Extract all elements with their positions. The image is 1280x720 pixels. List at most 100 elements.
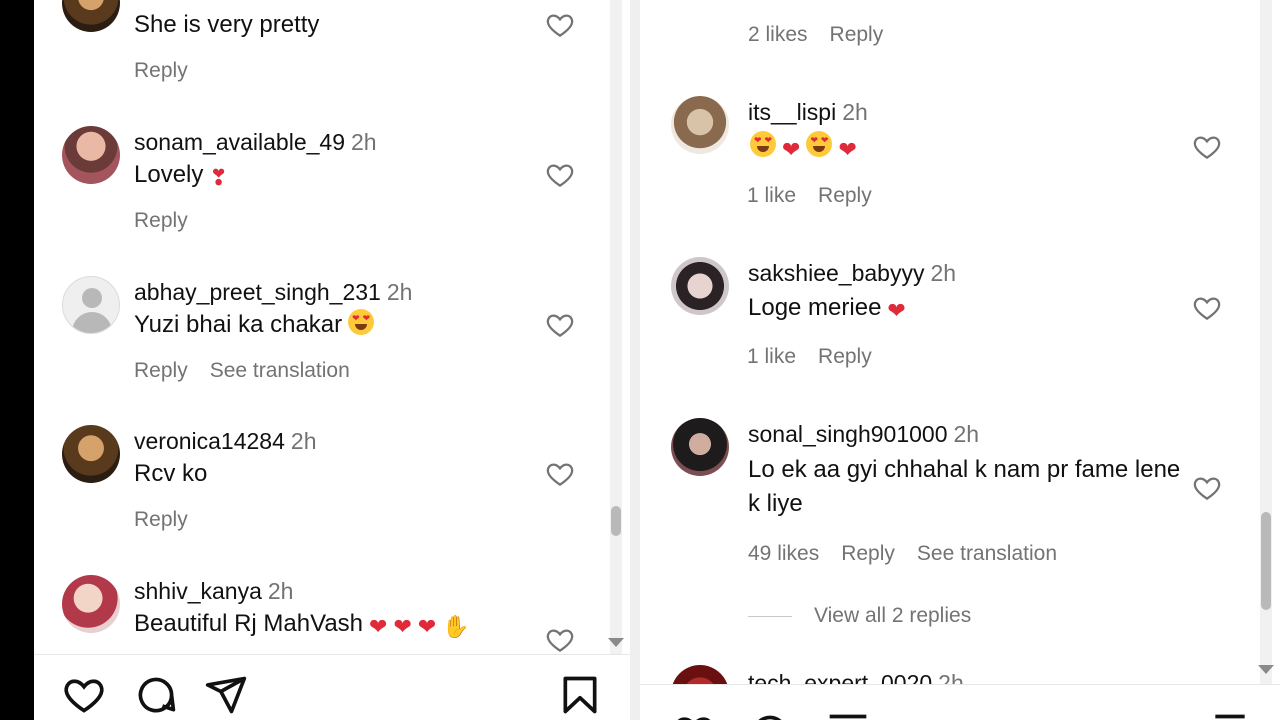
heart-icon [677, 717, 711, 720]
share-button[interactable] [204, 673, 248, 717]
red-heart-emoji: ❤ [393, 614, 412, 639]
comment-text: Loge meriee [748, 294, 882, 321]
like-post-button[interactable] [672, 711, 716, 720]
like-comment-button[interactable] [545, 10, 575, 40]
red-heart-emoji: ❤ [838, 137, 857, 162]
red-heart-emoji: ❤ [887, 298, 906, 323]
view-replies-label: View all 2 replies [814, 604, 972, 627]
reply-link[interactable]: Reply [134, 59, 188, 82]
like-comment-button[interactable] [545, 459, 575, 489]
username-link[interactable]: veronica14284 [134, 428, 285, 454]
comment-icon [138, 677, 176, 713]
save-button[interactable] [558, 673, 602, 717]
like-comment-button[interactable] [545, 160, 575, 190]
username-link[interactable]: sonal_singh901000 [748, 421, 948, 447]
avatar[interactable] [62, 126, 120, 184]
likes-count[interactable]: 1 like [747, 345, 796, 368]
username-link[interactable]: sakshiee_babyyy [748, 260, 924, 286]
bookmark-icon [1215, 714, 1245, 719]
username-link[interactable]: abhay_preet_singh_231 [134, 279, 381, 305]
comment-text-row: Lovely ❣ [134, 158, 228, 192]
comments-panel-right: 2 likesReply its__lispi2h ❤❤ 1 likeReply… [640, 0, 1280, 720]
avatar[interactable] [62, 0, 120, 32]
comment-button[interactable] [748, 711, 792, 720]
heart-eyes-emoji [750, 131, 776, 157]
reply-link[interactable]: Reply [134, 209, 188, 232]
avatar[interactable] [671, 257, 729, 315]
reply-link[interactable]: Reply [830, 23, 884, 46]
like-comment-button[interactable] [1192, 132, 1222, 162]
likes-count[interactable]: 2 likes [748, 23, 808, 46]
panel-divider [630, 0, 640, 720]
timestamp: 2h [930, 260, 957, 286]
see-translation-link[interactable]: See translation [917, 542, 1057, 565]
comment-text: Lo ek aa gyi chhahal k nam pr fame lene … [748, 456, 1181, 517]
reply-link[interactable]: Reply [134, 359, 188, 382]
bookmark-icon [563, 676, 597, 714]
heart-icon [64, 679, 104, 713]
avatar[interactable] [62, 575, 120, 633]
timestamp: 2h [386, 279, 413, 305]
timestamp: 2h [842, 99, 868, 125]
like-comment-button[interactable] [1192, 473, 1222, 503]
comment-actions: 1 like Reply [747, 183, 894, 209]
avatar[interactable] [62, 276, 120, 334]
scrollbar[interactable] [1258, 0, 1274, 684]
reply-link[interactable]: Reply [818, 345, 872, 368]
comment-text-row: Loge meriee ❤ [748, 291, 906, 325]
comment-header: its__lispi 2h [748, 98, 868, 126]
comment-text: She is very pretty [134, 11, 320, 38]
likes-count[interactable]: 1 like [747, 184, 796, 207]
heart-icon [546, 14, 574, 37]
comment-actions: Reply [134, 507, 210, 533]
comment-header: veronica14284 2h [134, 427, 317, 455]
heart-icon [546, 314, 574, 337]
see-translation-link[interactable]: See translation [210, 359, 350, 382]
comment-actions: Reply See translation [134, 358, 372, 384]
avatar[interactable] [62, 425, 120, 483]
share-button[interactable] [826, 711, 870, 720]
red-heart-emoji: ❤ [782, 137, 801, 162]
timestamp: 2h [953, 421, 980, 447]
reply-link[interactable]: Reply [818, 184, 872, 207]
like-comment-button[interactable] [545, 625, 575, 655]
heart-icon [546, 164, 574, 187]
scroll-down-arrow[interactable] [608, 638, 624, 647]
comment-actions: Reply [134, 208, 210, 234]
heart-icon [546, 629, 574, 652]
replies-divider-line [748, 615, 792, 617]
heart-eyes-emoji [806, 131, 833, 157]
reply-link[interactable]: Reply [841, 542, 895, 565]
send-icon [829, 714, 867, 719]
heart-icon [546, 463, 574, 486]
like-comment-button[interactable] [1192, 293, 1222, 323]
username-link[interactable]: its__lispi [748, 99, 836, 125]
username-link[interactable]: shhiv_kanya [134, 578, 262, 604]
window-edge [0, 0, 34, 720]
heart-eyes-emoji [348, 309, 375, 335]
avatar[interactable] [671, 418, 729, 476]
red-heart-emoji: ❤ [417, 614, 437, 639]
comments-panel-left: She is very pretty Reply sonam_available… [34, 0, 630, 720]
scroll-down-arrow[interactable] [1258, 665, 1274, 674]
heart-icon [1193, 136, 1221, 159]
comment-icon [758, 715, 782, 720]
like-comment-button[interactable] [545, 310, 575, 340]
scrollbar[interactable] [608, 0, 624, 654]
comment-button[interactable] [134, 673, 178, 717]
comment-header: sakshiee_babyyy 2h [748, 259, 956, 287]
comment-text: Yuzi bhai ka chakar [134, 311, 343, 338]
timestamp: 2h [351, 129, 377, 155]
likes-count[interactable]: 49 likes [748, 542, 819, 565]
avatar[interactable] [671, 96, 729, 154]
scrollbar-thumb[interactable] [611, 506, 621, 536]
reply-link[interactable]: Reply [134, 508, 188, 531]
save-button[interactable] [1208, 711, 1252, 720]
comment-text: Beautiful Rj MahVash [134, 610, 364, 637]
scrollbar-thumb[interactable] [1261, 512, 1271, 610]
view-replies-button[interactable]: View all 2 replies [748, 604, 971, 628]
default-avatar-head [82, 288, 102, 308]
comment-actions: 2 likes Reply [748, 22, 905, 48]
username-link[interactable]: sonam_available_49 [134, 129, 345, 155]
like-post-button[interactable] [62, 673, 106, 717]
